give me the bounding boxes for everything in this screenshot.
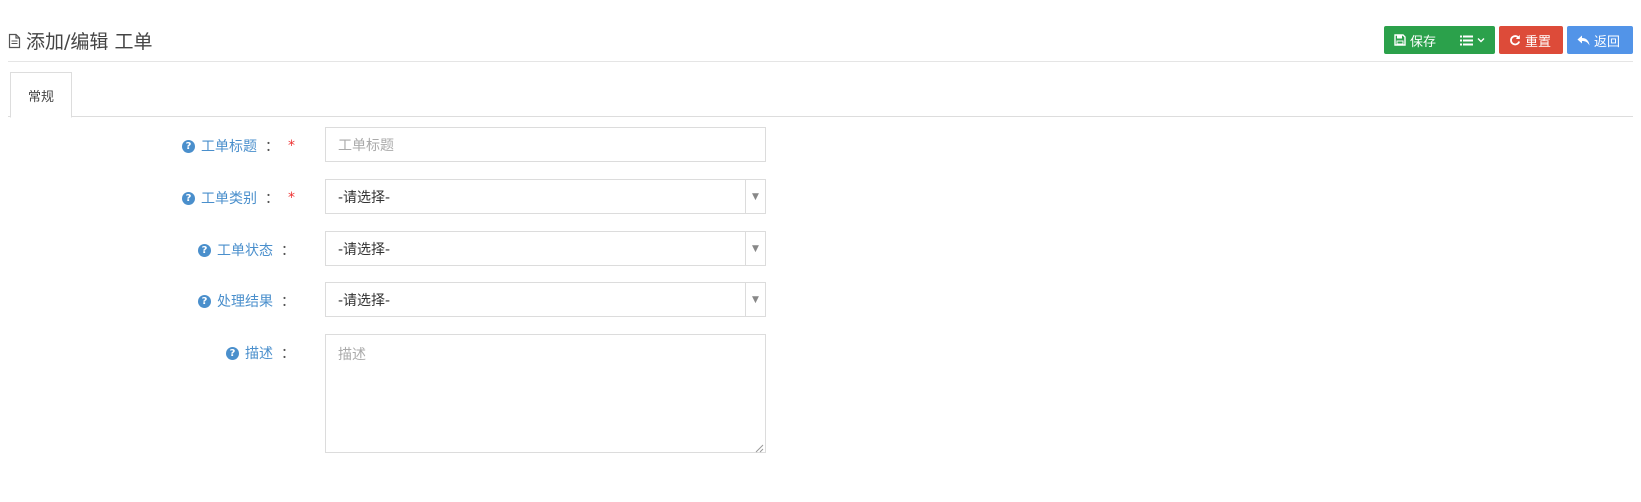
caret-down-icon[interactable]: ▼ xyxy=(745,283,765,316)
document-icon xyxy=(8,32,21,49)
description-placeholder: 描述 xyxy=(338,347,366,363)
reset-button-label: 重置 xyxy=(1525,33,1552,49)
label-colon: ： xyxy=(265,191,279,207)
more-actions-dropdown-button[interactable] xyxy=(1450,26,1495,54)
caret-down-icon[interactable]: ▼ xyxy=(745,232,765,265)
result-select[interactable]: -请选择- ▼ xyxy=(325,282,766,317)
title-input-placeholder: 工单标题 xyxy=(338,137,394,154)
question-circle-icon[interactable]: ? xyxy=(182,191,195,205)
description-textarea[interactable]: 描述 xyxy=(325,334,766,453)
question-circle-icon[interactable]: ? xyxy=(198,294,211,308)
floppy-disk-icon xyxy=(1394,34,1406,46)
label-colon: ： xyxy=(265,139,279,155)
reset-button[interactable]: 重置 xyxy=(1499,26,1563,54)
page-header: 添加/编辑 工单 保存 重置 返回 xyxy=(8,26,1633,62)
resize-handle-icon[interactable] xyxy=(754,441,764,453)
status-select-value: -请选择- xyxy=(338,241,391,258)
back-button[interactable]: 返回 xyxy=(1567,26,1633,54)
save-button-label: 保存 xyxy=(1410,33,1437,49)
field-label-category: ? 工单类别 ： * xyxy=(182,188,295,208)
list-icon xyxy=(1460,35,1473,46)
question-circle-icon[interactable]: ? xyxy=(182,139,195,153)
field-label-text: 描述 xyxy=(245,346,273,362)
tab-bar: 常规 xyxy=(8,72,1633,118)
status-select[interactable]: -请选择- ▼ xyxy=(325,231,766,266)
category-select[interactable]: -请选择- ▼ xyxy=(325,179,766,214)
field-label-text: 工单状态 xyxy=(217,243,273,259)
field-label-description: ? 描述 ： xyxy=(226,343,295,363)
toolbar: 保存 重置 返回 xyxy=(1384,26,1633,54)
label-colon: ： xyxy=(281,346,295,362)
save-button[interactable]: 保存 xyxy=(1384,26,1450,54)
question-circle-icon[interactable]: ? xyxy=(226,346,239,360)
reply-arrow-icon xyxy=(1577,35,1590,46)
result-select-value: -请选择- xyxy=(338,292,391,309)
back-button-label: 返回 xyxy=(1594,33,1621,49)
label-colon: ： xyxy=(281,294,295,310)
chevron-down-icon xyxy=(1477,37,1485,43)
page-title-text: 添加/编辑 工单 xyxy=(26,30,153,53)
refresh-icon xyxy=(1509,34,1521,46)
tab-general[interactable]: 常规 xyxy=(10,72,72,118)
save-button-group: 保存 xyxy=(1384,26,1495,54)
field-label-status: ? 工单状态 ： xyxy=(198,240,295,260)
category-select-value: -请选择- xyxy=(338,189,391,206)
page-title: 添加/编辑 工单 xyxy=(8,26,152,54)
title-input[interactable]: 工单标题 xyxy=(325,127,766,162)
field-label-title: ? 工单标题 ： * xyxy=(182,136,295,156)
label-colon: ： xyxy=(281,243,295,259)
page: 添加/编辑 工单 保存 重置 返回 常规 ? 工单标题 ： * 工单标题 ? 工… xyxy=(0,0,1641,502)
required-mark: * xyxy=(288,190,295,206)
field-label-text: 处理结果 xyxy=(217,294,273,310)
field-label-text: 工单类别 xyxy=(201,191,257,207)
caret-down-icon[interactable]: ▼ xyxy=(745,180,765,213)
field-label-text: 工单标题 xyxy=(201,139,257,155)
required-mark: * xyxy=(288,138,295,154)
field-label-result: ? 处理结果 ： xyxy=(198,291,295,311)
question-circle-icon[interactable]: ? xyxy=(198,243,211,257)
